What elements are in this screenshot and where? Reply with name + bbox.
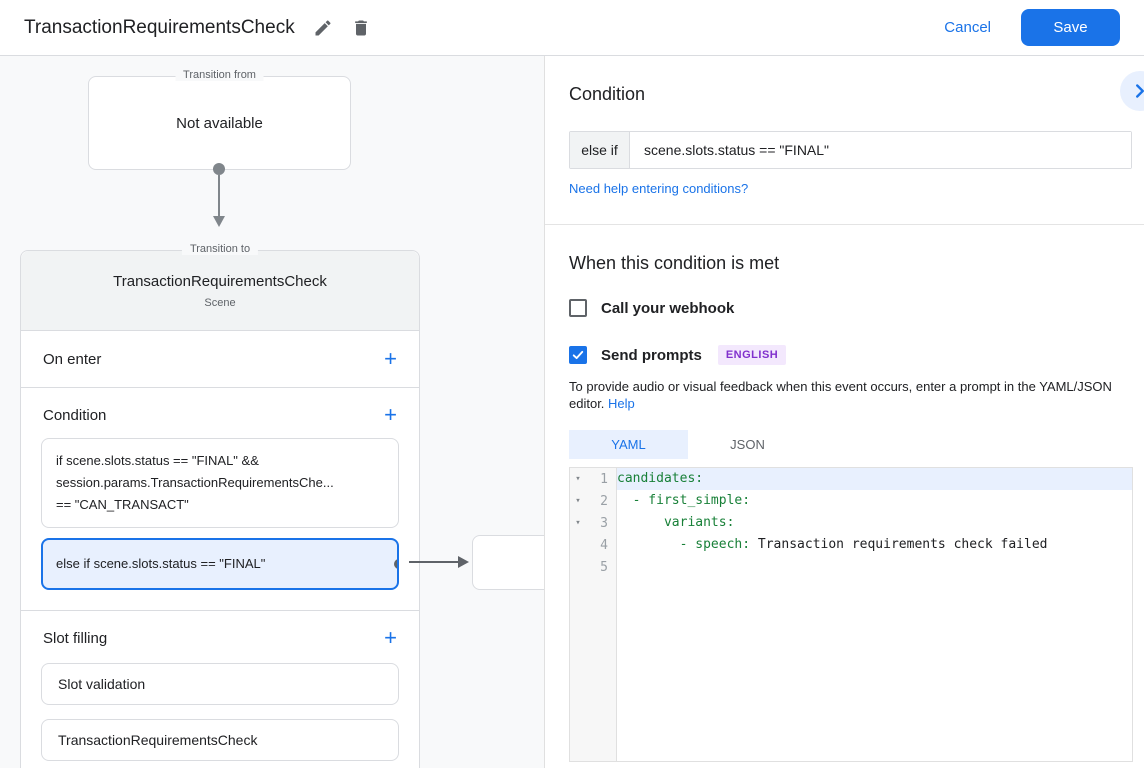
tab-yaml[interactable]: YAML — [569, 430, 688, 459]
line-number: 1 — [586, 472, 616, 487]
condition-expression-input[interactable] — [630, 132, 1131, 168]
connector-dot — [213, 163, 225, 175]
condition-editor-panel: Condition else if Need help entering con… — [544, 56, 1144, 768]
tab-json[interactable]: JSON — [688, 430, 807, 459]
screen: TransactionRequirementsCheck Cancel Save… — [0, 0, 1144, 768]
fold-icon[interactable]: ▾ — [570, 496, 586, 506]
top-bar: TransactionRequirementsCheck Cancel Save — [0, 0, 1144, 56]
slot-item-validation[interactable]: Slot validation — [41, 663, 399, 705]
add-condition-button[interactable]: + — [384, 404, 397, 426]
condition-section: Condition + if scene.slots.status == "FI… — [21, 388, 419, 611]
check-icon — [571, 348, 585, 362]
transition-from-legend: Transition from — [175, 69, 264, 81]
collapse-panel-button[interactable] — [1120, 71, 1144, 111]
language-badge: ENGLISH — [718, 345, 786, 365]
transition-from-value: Not available — [176, 115, 263, 132]
scene-name: TransactionRequirementsCheck — [113, 273, 327, 290]
page-title: TransactionRequirementsCheck — [24, 17, 295, 39]
connector-line — [218, 175, 220, 217]
call-webhook-row[interactable]: Call your webhook — [569, 299, 1144, 317]
code-line[interactable]: variants: — [617, 512, 1132, 534]
transition-target-box — [472, 535, 544, 590]
editor-gutter: ▾1▾2▾345 — [570, 468, 617, 761]
condition-help-link[interactable]: Need help entering conditions? — [569, 181, 748, 196]
code-line[interactable]: - speech: Transaction requirements check… — [617, 534, 1132, 556]
yaml-editor[interactable]: ▾1▾2▾345 candidates: - first_simple: var… — [569, 467, 1133, 762]
fold-icon[interactable]: ▾ — [570, 474, 586, 484]
send-prompts-label: Send prompts — [601, 347, 702, 364]
condition-else-if-text: else if scene.slots.status == "FINAL" — [56, 556, 265, 571]
condition-section-label: Condition — [43, 407, 106, 424]
condition-met-title: When this condition is met — [569, 253, 1144, 274]
delete-scene-button[interactable] — [351, 18, 371, 38]
on-enter-row: On enter + — [21, 331, 419, 388]
condition-expression-row: else if — [569, 131, 1132, 169]
prompt-description: To provide audio or visual feedback when… — [569, 378, 1132, 412]
on-enter-label: On enter — [43, 351, 101, 368]
editor-tabs: YAML JSON — [569, 430, 1144, 459]
line-number: 4 — [586, 538, 616, 553]
fold-icon[interactable]: ▾ — [570, 518, 586, 528]
scene-type-label: Scene — [204, 297, 235, 309]
transition-from-box: Transition from Not available — [88, 76, 351, 170]
condition-item-if[interactable]: if scene.slots.status == "FINAL" && sess… — [41, 438, 399, 528]
send-prompts-checkbox[interactable] — [569, 346, 587, 364]
line-number: 3 — [586, 516, 616, 531]
slot-item-transaction-check[interactable]: TransactionRequirementsCheck — [41, 719, 399, 761]
condition-item-else-if-selected[interactable]: else if scene.slots.status == "FINAL" — [41, 538, 399, 590]
edit-title-button[interactable] — [313, 18, 333, 38]
condition-connector-dot — [394, 559, 399, 569]
transition-to-legend: Transition to — [182, 243, 258, 255]
flow-canvas: Transition from Not available Transition… — [0, 56, 544, 768]
code-line[interactable] — [617, 556, 1132, 578]
scene-card-header[interactable]: TransactionRequirementsCheck Scene — [21, 251, 419, 331]
connector-arrowhead — [213, 216, 225, 227]
call-webhook-checkbox[interactable] — [569, 299, 587, 317]
line-number: 5 — [586, 560, 616, 575]
code-line[interactable]: candidates: — [617, 468, 1132, 490]
panel-title: Condition — [569, 84, 1144, 105]
editor-code[interactable]: candidates: - first_simple: variants: - … — [617, 468, 1132, 761]
help-link[interactable]: Help — [608, 396, 635, 411]
call-webhook-label: Call your webhook — [601, 300, 734, 317]
chevron-right-icon — [1129, 80, 1144, 102]
add-on-enter-button[interactable]: + — [384, 348, 397, 370]
pencil-icon — [313, 18, 333, 38]
transition-arrowhead — [458, 556, 469, 568]
else-if-prefix: else if — [570, 132, 630, 168]
slot-filling-label: Slot filling — [43, 630, 107, 647]
cancel-button[interactable]: Cancel — [944, 19, 991, 36]
line-number: 2 — [586, 494, 616, 509]
send-prompts-row[interactable]: Send prompts ENGLISH — [569, 345, 1144, 365]
code-line[interactable]: - first_simple: — [617, 490, 1132, 512]
trash-icon — [351, 18, 371, 38]
transition-line — [409, 561, 458, 563]
add-slot-button[interactable]: + — [384, 627, 397, 649]
slot-filling-section: Slot filling + Slot validation Transacti… — [21, 611, 419, 761]
panel-divider — [545, 224, 1144, 225]
scene-card: Transition to TransactionRequirementsChe… — [20, 250, 420, 768]
save-button[interactable]: Save — [1021, 9, 1120, 46]
